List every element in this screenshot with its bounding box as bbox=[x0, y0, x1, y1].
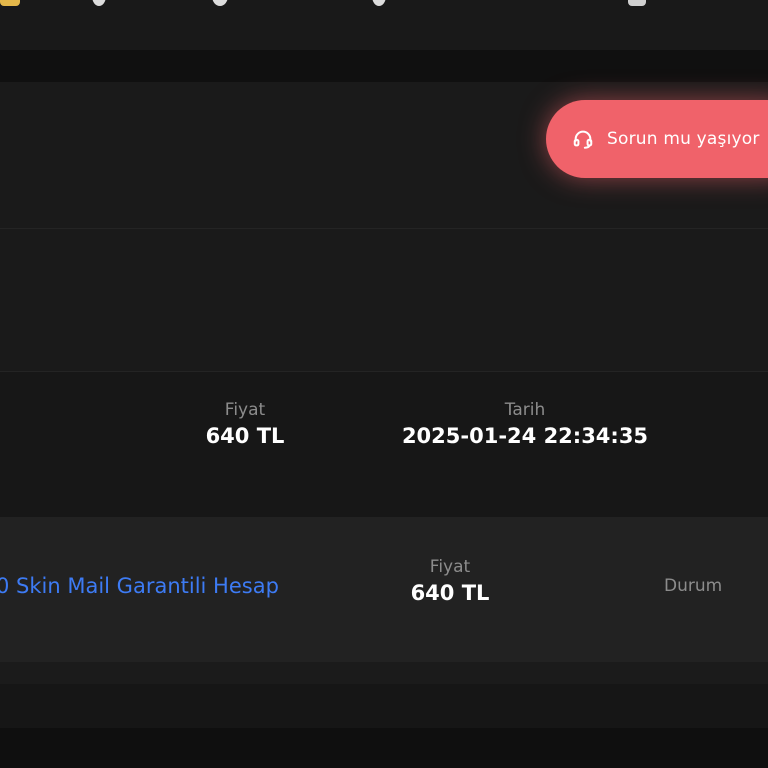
top-navbar bbox=[0, 0, 768, 51]
logo-icon[interactable] bbox=[0, 0, 20, 6]
support-button[interactable]: Sorun mu yaşıyor bbox=[546, 100, 768, 178]
nav-icon[interactable] bbox=[212, 0, 228, 6]
order-price-cell: Fiyat 640 TL bbox=[195, 400, 295, 448]
navbar-spacer bbox=[0, 50, 768, 82]
order-price-value: 640 TL bbox=[205, 424, 285, 448]
product-price-value: 640 TL bbox=[410, 581, 490, 605]
content-section bbox=[0, 229, 768, 371]
order-price-label: Fiyat bbox=[224, 400, 266, 420]
product-price-cell: Fiyat 640 TL bbox=[400, 557, 500, 605]
order-date-cell: Tarih 2025-01-24 22:34:35 bbox=[395, 400, 655, 448]
footer-strip bbox=[0, 728, 768, 768]
order-date-label: Tarih bbox=[504, 400, 546, 420]
product-status-label: Durum bbox=[664, 576, 723, 596]
order-date-value: 2025-01-24 22:34:35 bbox=[401, 424, 649, 448]
footer-strip bbox=[0, 684, 768, 728]
nav-icon[interactable] bbox=[372, 0, 386, 6]
cart-icon[interactable] bbox=[628, 0, 646, 6]
headset-icon bbox=[573, 130, 593, 149]
product-name-link[interactable]: 0 Skin Mail Garantili Hesap bbox=[0, 574, 279, 598]
support-button-label: Sorun mu yaşıyor bbox=[607, 129, 760, 149]
footer-strip bbox=[0, 662, 768, 684]
nav-icon[interactable] bbox=[92, 0, 106, 6]
product-price-label: Fiyat bbox=[429, 557, 471, 577]
navbar-clipped-content bbox=[0, 0, 768, 14]
